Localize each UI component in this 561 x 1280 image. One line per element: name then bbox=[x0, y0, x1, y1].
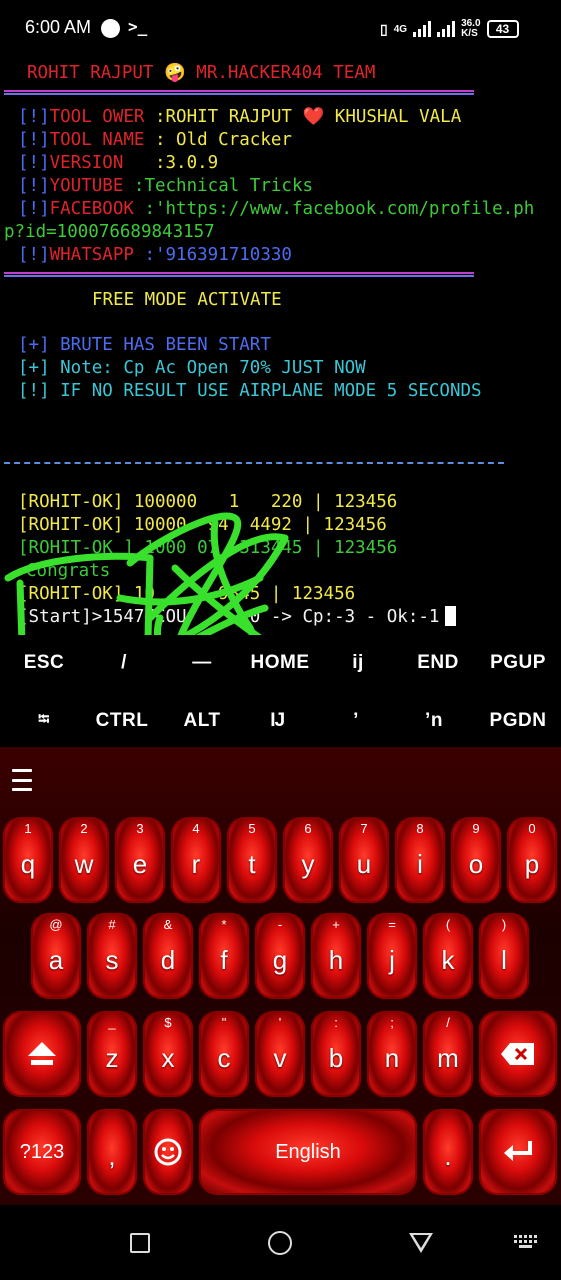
key-v[interactable]: ' v bbox=[255, 1011, 305, 1097]
symbols-key[interactable]: ?123 bbox=[3, 1109, 81, 1195]
emoji-key[interactable] bbox=[143, 1109, 193, 1195]
space-bar[interactable]: English bbox=[199, 1109, 417, 1195]
signal-icon bbox=[413, 21, 432, 37]
divider bbox=[4, 272, 474, 277]
divider bbox=[4, 90, 474, 95]
clock: 6:00 AM bbox=[25, 17, 92, 37]
key-q[interactable]: 1q bbox=[3, 817, 53, 903]
status-bar: 6:00 AM >_ ▯ 4G 36.0 K/S 43 bbox=[0, 0, 561, 58]
key-comma[interactable]: , bbox=[87, 1109, 137, 1195]
soft-keyboard: 1q 2w 3e 4r 5t 6y 7u 8i 9o 0p @ a # s & d *… bbox=[0, 747, 561, 1205]
network-type: 4G bbox=[393, 23, 408, 35]
key-j[interactable]: = j bbox=[367, 913, 417, 999]
key-ij[interactable]: ij bbox=[322, 635, 394, 691]
terminal-output[interactable]: ROHIT RAJPUT 🤪 MR.HACKER404 TEAM [!]TOOL… bbox=[0, 58, 561, 684]
home-button[interactable] bbox=[268, 1231, 292, 1255]
key-esc[interactable]: ESC bbox=[8, 635, 80, 691]
message-line: [+] Note: Cp Ac Open 70% JUST NOW bbox=[18, 358, 366, 378]
vibrate-icon: ▯ bbox=[380, 20, 388, 37]
enter-key[interactable] bbox=[479, 1109, 557, 1195]
key-tab[interactable]: ⭾ bbox=[8, 693, 80, 749]
progress-line: [Start]>1547/COU 0 -> Cp:-3 - Ok:-1 bbox=[18, 606, 457, 628]
info-line: [!]TOOL OWER :ROHIT RAJPUT ❤️ KHUSHAL VA… bbox=[18, 107, 462, 127]
key-m[interactable]: / m bbox=[423, 1011, 473, 1097]
key-f[interactable]: * f bbox=[199, 913, 249, 999]
key-c[interactable]: " c bbox=[199, 1011, 249, 1097]
key-w[interactable]: 2w bbox=[59, 817, 109, 903]
enter-icon bbox=[504, 1141, 532, 1161]
extra-keys-bar: ESC / — HOME ij END PGUP ⭾ CTRL ALT Ĳ ’ … bbox=[0, 635, 561, 747]
key-apostrophe[interactable]: ’ bbox=[320, 693, 392, 749]
navigation-bar bbox=[0, 1205, 561, 1280]
info-line: [!]FACEBOOK :'https://www.facebook.com/p… bbox=[18, 199, 535, 219]
key-h[interactable]: + h bbox=[311, 913, 361, 999]
key-g[interactable]: -g bbox=[255, 913, 305, 999]
info-line-wrap: p?id=100076689843157 bbox=[4, 222, 215, 242]
keyboard-switch-icon[interactable] bbox=[514, 1235, 538, 1251]
key-ctrl[interactable]: CTRL bbox=[86, 693, 158, 749]
key-x[interactable]: $ x bbox=[143, 1011, 193, 1097]
back-button[interactable] bbox=[409, 1233, 433, 1253]
terminal-notification-icon: >_ bbox=[128, 17, 148, 36]
key-dash[interactable]: — bbox=[166, 635, 238, 691]
whatsapp-icon bbox=[101, 19, 120, 38]
result-line: [ROHIT-OK ] 1000 07 313445 | 123456 bbox=[18, 538, 398, 558]
key-i[interactable]: 8i bbox=[395, 817, 445, 903]
dashed-divider bbox=[4, 462, 504, 464]
key-slash[interactable]: / bbox=[88, 635, 160, 691]
info-line: [!]YOUTUBE :Technical Tricks bbox=[18, 176, 314, 196]
key-end[interactable]: END bbox=[400, 635, 476, 691]
keyboard-menu-icon[interactable] bbox=[12, 769, 32, 791]
key-pgdn[interactable]: PGDN bbox=[480, 693, 556, 749]
backspace-icon bbox=[501, 1043, 534, 1065]
key-p[interactable]: 0p bbox=[507, 817, 557, 903]
key-z[interactable]: _ z bbox=[87, 1011, 137, 1097]
key-y[interactable]: 6y bbox=[283, 817, 333, 903]
shift-icon bbox=[28, 1042, 56, 1065]
result-line: [ROHIT-OK] 10000 94 4492 | 123456 bbox=[18, 515, 387, 535]
key-s[interactable]: # s bbox=[87, 913, 137, 999]
recents-button[interactable] bbox=[130, 1233, 150, 1253]
battery-icon: 43 bbox=[486, 20, 519, 38]
key-b[interactable]: :b bbox=[311, 1011, 361, 1097]
key-pgup[interactable]: PGUP bbox=[480, 635, 556, 691]
key-t[interactable]: 5t bbox=[227, 817, 277, 903]
key-alt[interactable]: ALT bbox=[166, 693, 238, 749]
info-line: [!]VERSION :3.0.9 bbox=[18, 153, 219, 173]
key-home[interactable]: HOME bbox=[240, 635, 320, 691]
key-k[interactable]: (k bbox=[423, 913, 473, 999]
info-line: [!]WHATSAPP :'916391710330 bbox=[18, 245, 292, 265]
terminal-cursor bbox=[445, 606, 457, 626]
message-line: [+] BRUTE HAS BEEN START bbox=[18, 335, 271, 355]
mode-text: FREE MODE ACTIVATE bbox=[92, 290, 282, 310]
result-line: Congrats bbox=[26, 561, 111, 581]
key-r[interactable]: 4r bbox=[171, 817, 221, 903]
key-o[interactable]: 9o bbox=[451, 817, 501, 903]
info-line: [!]TOOL NAME : Old Cracker bbox=[18, 130, 292, 150]
key-IJ[interactable]: Ĳ bbox=[242, 693, 314, 749]
backspace-key[interactable] bbox=[479, 1011, 557, 1097]
signal-icon-2 bbox=[437, 21, 456, 37]
emoji-icon bbox=[154, 1138, 182, 1166]
key-a[interactable]: @ a bbox=[31, 913, 81, 999]
key-l[interactable]: ) l bbox=[479, 913, 529, 999]
result-line: [ROHIT-OK] 10 9845 | 123456 bbox=[18, 584, 356, 604]
message-line: [!] IF NO RESULT USE AIRPLANE MODE 5 SEC… bbox=[18, 381, 482, 401]
key-u[interactable]: 7u bbox=[339, 817, 389, 903]
shift-key[interactable] bbox=[3, 1011, 81, 1097]
key-d[interactable]: & d bbox=[143, 913, 193, 999]
status-icons: ▯ 4G 36.0 K/S 43 bbox=[380, 16, 519, 42]
key-n-apostrophe[interactable]: ʼn bbox=[398, 693, 470, 749]
key-n[interactable]: ; n bbox=[367, 1011, 417, 1097]
network-speed: 36.0 K/S bbox=[461, 18, 481, 39]
key-period[interactable]: . bbox=[423, 1109, 473, 1195]
key-e[interactable]: 3e bbox=[115, 817, 165, 903]
result-line: [ROHIT-OK] 100000 1 220 | 123456 bbox=[18, 492, 398, 512]
banner: ROHIT RAJPUT 🤪 MR.HACKER404 TEAM bbox=[27, 63, 376, 83]
